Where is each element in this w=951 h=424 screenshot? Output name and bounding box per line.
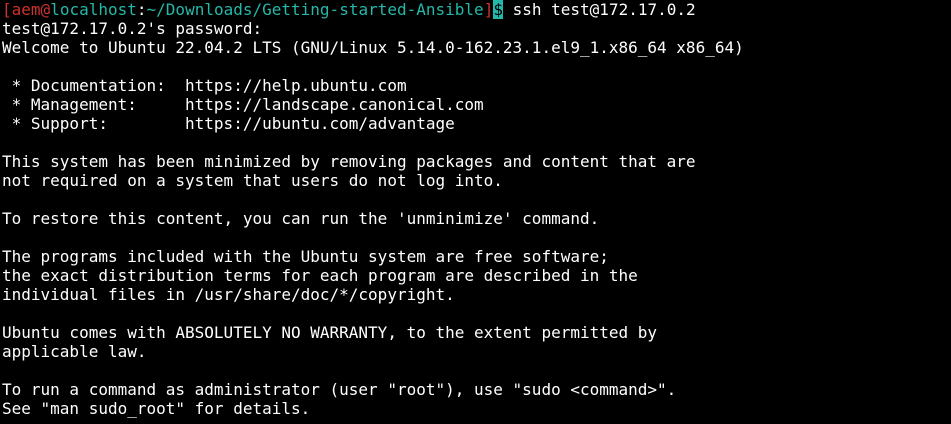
output-line: The programs included with the Ubuntu sy… [2, 247, 609, 266]
output-line: Welcome to Ubuntu 22.04.2 LTS (GNU/Linux… [2, 38, 744, 57]
prompt-colon: : [136, 0, 147, 19]
output-line: applicable law. [2, 342, 147, 361]
prompt-user: aem [11, 0, 41, 19]
output-line: individual files in /usr/share/doc/*/cop… [2, 285, 455, 304]
prompt-command: ssh test@172.17.0.2 [502, 0, 696, 19]
output-line: Ubuntu comes with ABSOLUTELY NO WARRANTY… [2, 323, 658, 342]
prompt-symbol: $ [493, 0, 503, 19]
prompt-host: localhost [50, 0, 137, 19]
output-line: To restore this content, you can run the… [2, 209, 600, 228]
output-line: To run a command as administrator (user … [2, 380, 677, 399]
output-line: This system has been minimized by removi… [2, 152, 696, 171]
prompt-close-bracket: ] [483, 0, 494, 19]
terminal-window[interactable]: [aem@localhost:~/Downloads/Getting-start… [0, 0, 951, 424]
prompt-path: ~/Downloads/Getting-started-Ansible [146, 0, 484, 19]
output-line: the exact distribution terms for each pr… [2, 266, 638, 285]
output-line: * Support: https://ubuntu.com/advantage [2, 114, 455, 133]
prompt-open-bracket: [ [2, 0, 12, 19]
output-line: * Management: https://landscape.canonica… [2, 95, 484, 114]
output-line: test@172.17.0.2's password: [2, 19, 263, 38]
output-line: See "man sudo_root" for details. [2, 399, 311, 418]
output-line: * Documentation: https://help.ubuntu.com [2, 76, 407, 95]
output-line: not required on a system that users do n… [2, 171, 503, 190]
prompt-line: [aem@localhost:~/Downloads/Getting-start… [2, 0, 951, 19]
prompt-at: @ [40, 0, 51, 19]
